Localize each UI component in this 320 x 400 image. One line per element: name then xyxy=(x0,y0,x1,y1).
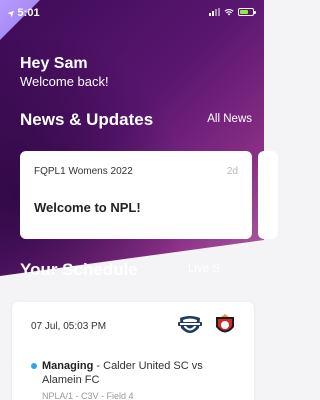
match-datetime: 07 Jul, 05:03 PM xyxy=(31,321,107,332)
news-card[interactable]: FQPL1 Womens 2022 2d Welcome to NPL! xyxy=(20,151,252,239)
news-section-title: News & Updates xyxy=(20,110,154,129)
news-card-age: 2d xyxy=(226,166,238,177)
status-bar: ➤ 5:01 xyxy=(0,0,264,26)
match-role-line: Managing - Calder United SC vs Alamein F… xyxy=(42,359,242,387)
away-team-crest-icon xyxy=(216,314,234,333)
home-team-crest-icon xyxy=(178,316,202,333)
location-arrow-icon: ➤ xyxy=(5,6,18,19)
news-card-tag: FQPL1 Womens 2022 xyxy=(34,166,133,177)
all-news-link[interactable]: All News xyxy=(207,113,252,125)
wifi-icon xyxy=(224,9,234,16)
signal-icon xyxy=(209,8,220,16)
live-schedule-link[interactable]: Live S xyxy=(188,263,220,275)
greeting-title: Hey Sam xyxy=(20,55,88,72)
match-role: Managing xyxy=(42,360,94,372)
news-card-next[interactable] xyxy=(258,151,278,239)
match-card[interactable]: 07 Jul, 05:03 PM Managing - Calder Unite… xyxy=(12,302,254,400)
schedule-section-title: Your Schedule xyxy=(20,260,138,279)
hero-background xyxy=(0,0,264,290)
greeting-subtitle: Welcome back! xyxy=(20,74,109,89)
news-card-headline: Welcome to NPL! xyxy=(34,200,141,215)
status-dot xyxy=(31,363,37,369)
status-time: 5:01 xyxy=(17,7,40,19)
battery-icon xyxy=(238,8,256,16)
match-competition: NPLA/1 - C3V - Field 4 xyxy=(42,391,134,400)
